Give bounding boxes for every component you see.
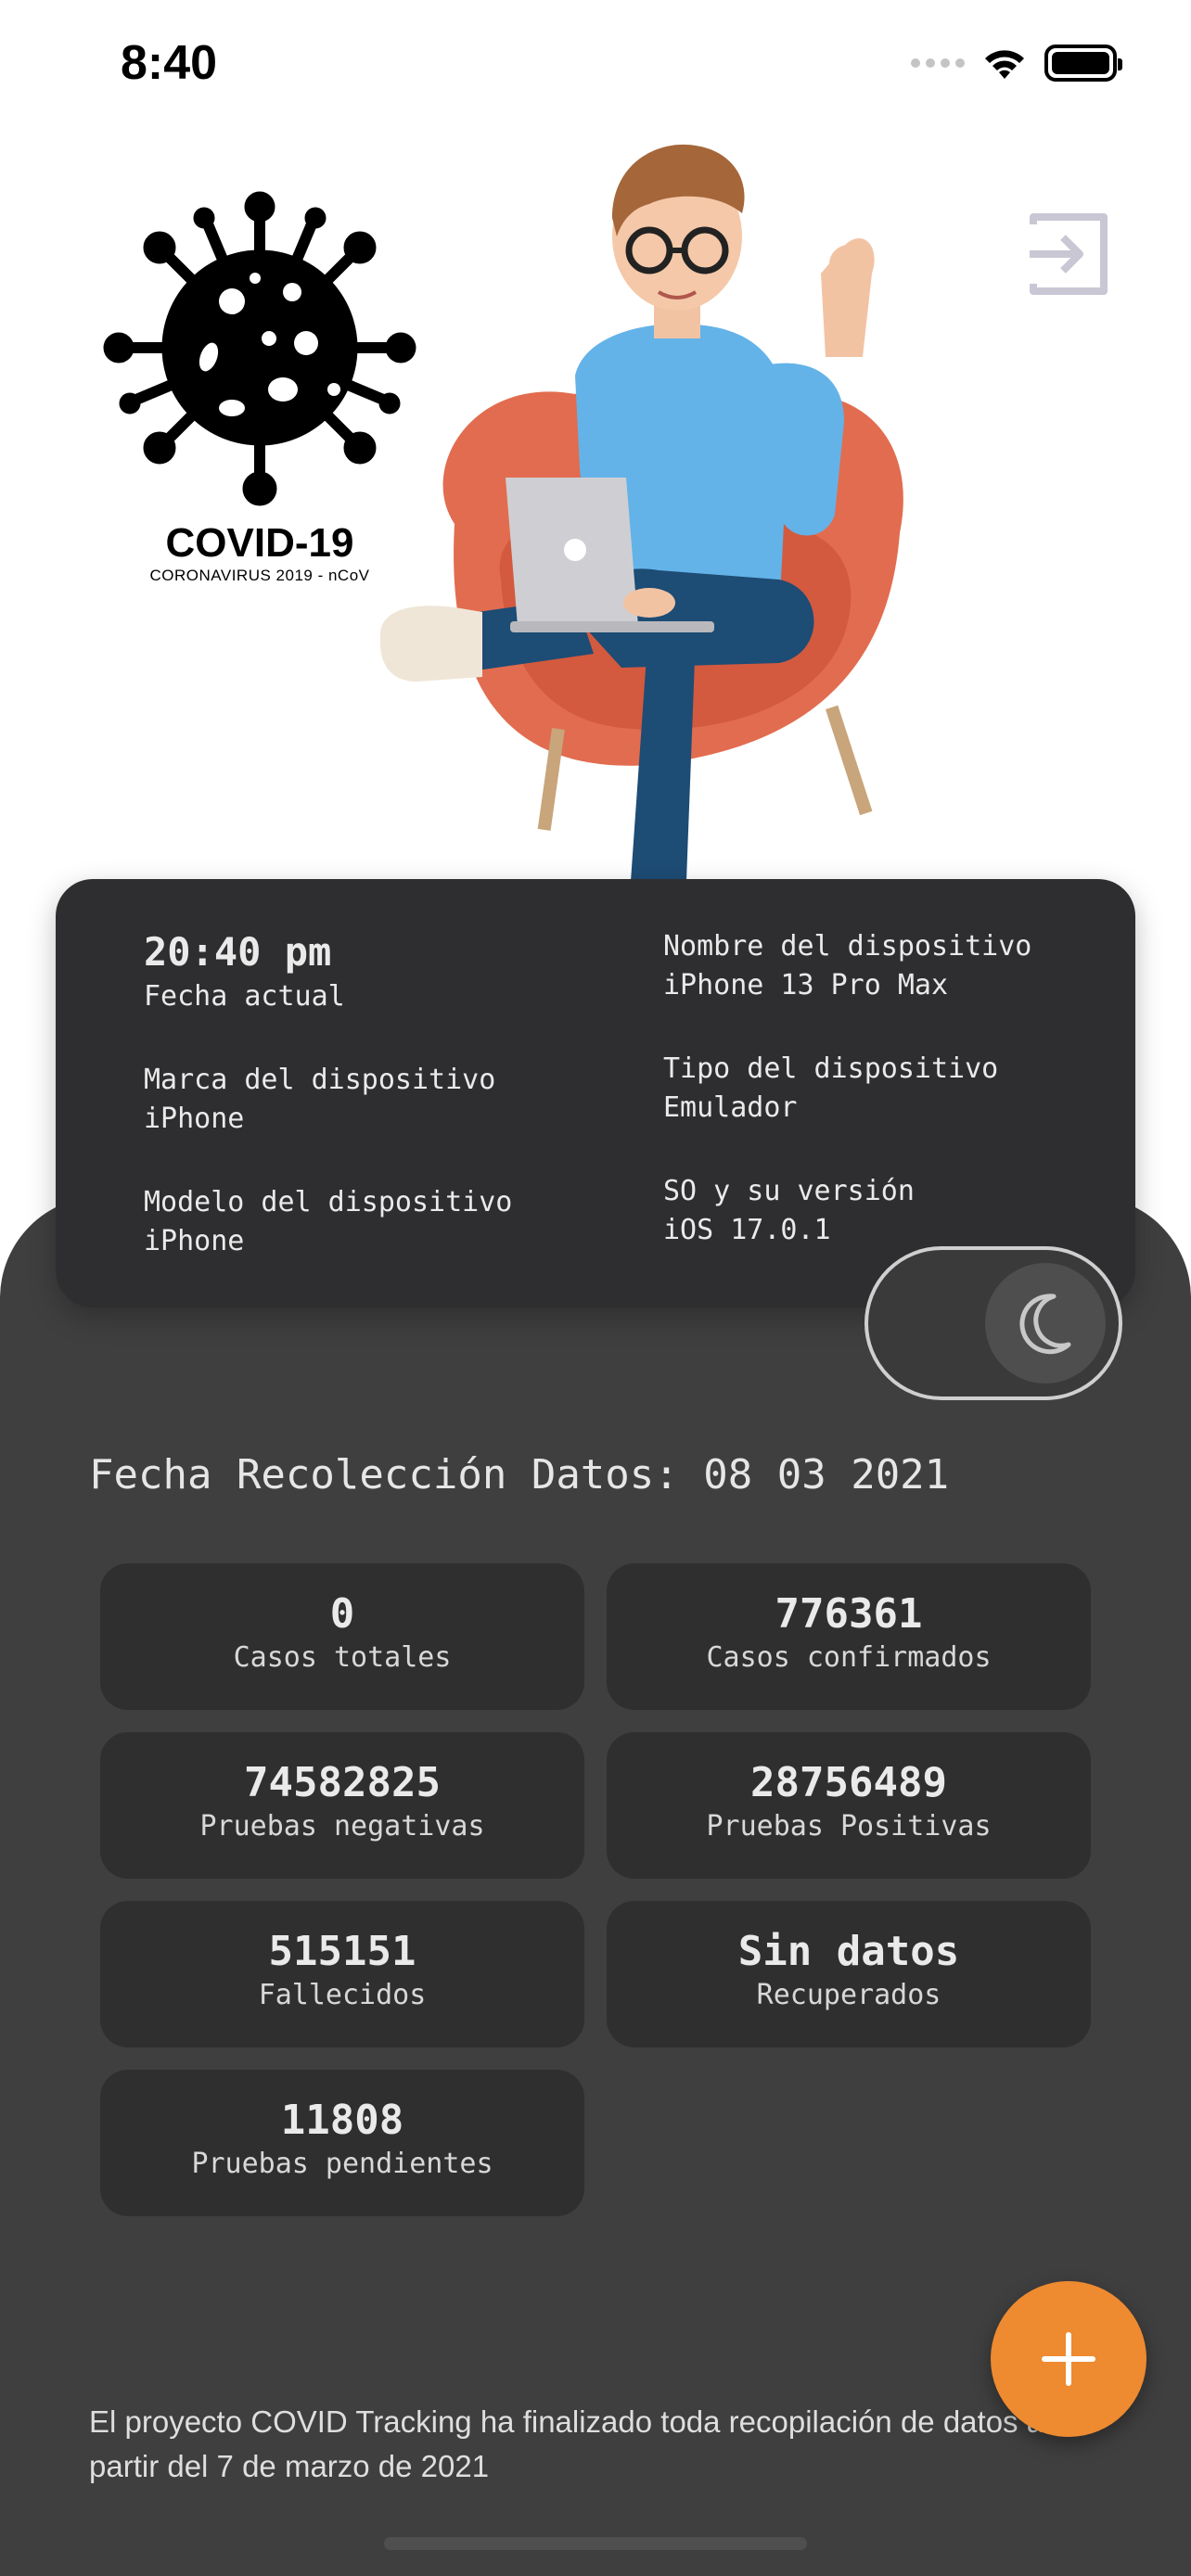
device-info-card: 20:40 pm Fecha actual Marca del disposit… [56, 879, 1135, 1307]
stat-value: 776361 [775, 1590, 923, 1638]
os-version-value: iOS 17.0.1 [663, 1214, 831, 1246]
dark-mode-toggle[interactable] [864, 1246, 1122, 1400]
current-time-item: 20:40 pm Fecha actual [144, 927, 512, 1016]
device-type-value: Emulador [663, 1091, 798, 1124]
data-collection-date: Fecha Recolección Datos: 08 03 2021 [89, 1451, 950, 1498]
stat-card-deaths: 515151 Fallecidos [100, 1901, 584, 2047]
stat-value: 74582825 [244, 1759, 441, 1806]
stat-label: Pruebas pendientes [191, 2148, 493, 2180]
device-model-item: Modelo del dispositivo iPhone [144, 1183, 512, 1261]
status-bar: 8:40 [0, 0, 1191, 130]
add-fab-button[interactable] [991, 2281, 1146, 2437]
stat-label: Pruebas Positivas [706, 1810, 992, 1843]
status-time: 8:40 [121, 36, 218, 90]
cellular-signal-icon [911, 58, 965, 68]
stat-label: Fallecidos [258, 1979, 427, 2011]
status-icons [911, 45, 1122, 82]
stat-value: 28756489 [750, 1759, 947, 1806]
stat-card-negative-tests: 74582825 Pruebas negativas [100, 1732, 584, 1879]
project-ended-note-line-2: partir del 7 de marzo de 2021 [89, 2449, 490, 2483]
stat-value: 0 [329, 1590, 355, 1638]
device-brand-item: Marca del dispositivo iPhone [144, 1061, 512, 1139]
logout-button[interactable] [1024, 211, 1109, 297]
stat-card-positive-tests: 28756489 Pruebas Positivas [607, 1732, 1091, 1879]
device-name-label: Nombre del dispositivo [663, 930, 1032, 963]
stat-card-total-cases: 0 Casos totales [100, 1563, 584, 1710]
stat-card-recovered: Sin datos Recuperados [607, 1901, 1091, 2047]
device-name-item: Nombre del dispositivo iPhone 13 Pro Max [663, 927, 1031, 1005]
stat-value: 11808 [280, 2097, 404, 2144]
stat-card-pending-tests: 11808 Pruebas pendientes [100, 2070, 584, 2216]
stat-label: Casos confirmados [706, 1641, 992, 1674]
device-model-value: iPhone [144, 1225, 245, 1257]
project-ended-note-line-1: El proyecto COVID Tracking ha finalizado… [89, 2404, 1044, 2439]
stat-card-confirmed-cases: 776361 Casos confirmados [607, 1563, 1091, 1710]
os-version-label: SO y su versión [663, 1175, 915, 1207]
stat-label: Recuperados [756, 1979, 941, 2011]
device-info-right-column: Nombre del dispositivo iPhone 13 Pro Max… [663, 927, 1031, 1250]
current-time-value: 20:40 pm [144, 929, 332, 975]
hero-section: COVID-19 CORONAVIRUS 2019 - nCoV [0, 130, 1191, 881]
current-time-label: Fecha actual [144, 980, 345, 1013]
os-version-item: SO y su versión iOS 17.0.1 [663, 1172, 1031, 1250]
stat-value: Sin datos [737, 1928, 960, 1975]
stat-label: Pruebas negativas [199, 1810, 485, 1843]
device-info-left-column: 20:40 pm Fecha actual Marca del disposit… [144, 927, 512, 1261]
project-ended-note: El proyecto COVID Tracking ha finalizado… [89, 2400, 1054, 2489]
plus-icon [1042, 2332, 1095, 2386]
toggle-knob [985, 1263, 1106, 1384]
person-with-laptop-illustration [379, 144, 903, 881]
home-indicator[interactable] [384, 2537, 807, 2550]
wifi-icon [985, 50, 1024, 79]
device-type-label: Tipo del dispositivo [663, 1052, 999, 1085]
stat-value: 515151 [268, 1928, 416, 1975]
device-type-item: Tipo del dispositivo Emulador [663, 1050, 1031, 1128]
device-name-value: iPhone 13 Pro Max [663, 969, 949, 1001]
moon-icon [1019, 1294, 1071, 1355]
stat-label: Casos totales [233, 1641, 452, 1674]
device-brand-value: iPhone [144, 1103, 245, 1135]
battery-icon [1044, 45, 1122, 82]
device-brand-label: Marca del dispositivo [144, 1064, 496, 1096]
logout-icon [1030, 213, 1108, 295]
device-model-label: Modelo del dispositivo [144, 1186, 513, 1218]
